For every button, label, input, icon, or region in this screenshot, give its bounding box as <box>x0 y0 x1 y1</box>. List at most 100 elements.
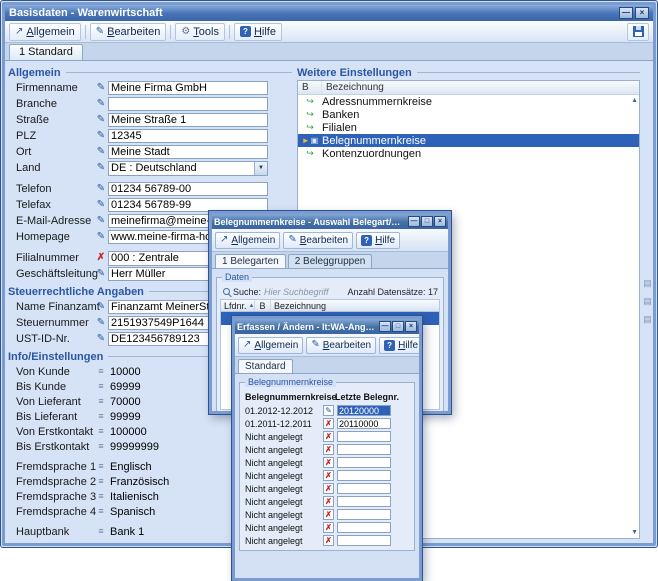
side-tool-icon[interactable]: ▤ <box>643 279 652 288</box>
tree-item-label: Belegnummernkreise <box>322 135 426 147</box>
tree-item-banken[interactable]: ↪Banken <box>298 108 639 121</box>
field-label: Name Finanzamt <box>8 301 94 313</box>
allgemein-button[interactable]: ↗Allgemein <box>238 337 303 354</box>
telefax-input[interactable] <box>108 198 268 212</box>
allgemein-button[interactable]: ↗Allgemein <box>215 232 280 249</box>
tree-item-filialen[interactable]: ↪Filialen <box>298 121 639 134</box>
chevron-down-icon[interactable]: ▼ <box>254 162 267 175</box>
minimize-button[interactable]: — <box>408 216 420 227</box>
column-b[interactable]: B <box>298 81 322 94</box>
dialog-titlebar[interactable]: Erfassen / Ändern - lt:WA-Angebot — □ × <box>235 319 419 334</box>
tab-standard[interactable]: 1 Standard <box>9 44 83 60</box>
belegnr-input[interactable] <box>337 509 391 520</box>
section-allgemein: Allgemein <box>8 65 292 80</box>
cross-icon[interactable]: ✗ <box>323 509 334 520</box>
telefon-input[interactable] <box>108 182 268 196</box>
belegnr-input[interactable] <box>337 405 391 416</box>
cross-icon[interactable]: ✗ <box>323 431 334 442</box>
tree-item-label: Kontenzuordnungen <box>322 148 421 160</box>
open-icon: ↗ <box>15 27 23 37</box>
column-headers: Belegnummernkreise Letzte Belegnr. <box>243 389 411 404</box>
list-icon: ≡ <box>94 397 108 406</box>
column-lfdnr: Lfdnr. <box>224 301 247 311</box>
help-icon: ? <box>240 26 251 37</box>
bearbeiten-button[interactable]: ✎Bearbeiten <box>306 337 376 354</box>
info-value: Spanisch <box>108 506 155 518</box>
cross-icon[interactable]: ✗ <box>323 444 334 455</box>
belegnr-input[interactable] <box>337 483 391 494</box>
field-label: Fremdsprache 1 <box>8 461 94 473</box>
belegnr-input[interactable] <box>337 431 391 442</box>
firmenname-input[interactable] <box>108 81 268 95</box>
cross-icon[interactable]: ✗ <box>323 457 334 468</box>
titlebar[interactable]: Basisdaten - Warenwirtschaft — × <box>5 5 653 21</box>
tree-item-kontenzuordnungen[interactable]: ↪Kontenzuordnungen <box>298 147 639 160</box>
land-select[interactable]: DE : Deutschland▼ <box>108 161 268 176</box>
minimize-button[interactable]: — <box>619 7 633 19</box>
scroll-up-icon[interactable]: ▲ <box>631 97 638 104</box>
kreis-row: Nicht angelegt✗ <box>243 495 411 508</box>
tab-belegarten[interactable]: 1 Belegarten <box>215 254 286 268</box>
cross-icon[interactable]: ✗ <box>323 418 334 429</box>
maximize-button[interactable]: □ <box>421 216 433 227</box>
belegnr-input[interactable] <box>337 444 391 455</box>
hilfe-button[interactable]: ?Hilfe <box>356 232 400 249</box>
ort-input[interactable] <box>108 145 268 159</box>
field-label: Von Lieferant <box>8 396 94 408</box>
bearbeiten-button[interactable]: ✎Bearbeiten <box>283 232 353 249</box>
arrow-icon: ↪ <box>298 149 322 158</box>
field-label: Branche <box>8 98 94 110</box>
close-button[interactable]: × <box>405 321 417 332</box>
side-tool-icon[interactable]: ▤ <box>643 315 652 324</box>
save-button[interactable] <box>627 23 649 41</box>
belegnr-input[interactable] <box>337 522 391 533</box>
belegnr-input[interactable] <box>337 418 391 429</box>
minimize-button[interactable]: — <box>379 321 391 332</box>
plz-input[interactable] <box>108 129 268 143</box>
column-b[interactable]: B <box>255 300 271 311</box>
cross-icon[interactable]: ✗ <box>323 535 334 546</box>
edit-icon: ✎ <box>94 334 108 344</box>
toolbar-separator <box>229 25 230 39</box>
field-label: PLZ <box>8 130 94 142</box>
close-button[interactable]: × <box>434 216 446 227</box>
edit-icon[interactable]: ✎ <box>323 405 334 416</box>
pencil-icon: ✎ <box>96 27 104 37</box>
cross-icon[interactable]: ✗ <box>323 522 334 533</box>
tools-label: Tools <box>193 26 219 38</box>
toolbar-separator <box>170 25 171 39</box>
tools-button[interactable]: ⚙ Tools <box>175 23 225 41</box>
dialog-titlebar[interactable]: Belegnummernkreise - Auswahl Belegart/Gr… <box>212 214 448 229</box>
form-row: Firmenname✎ <box>8 80 292 96</box>
scroll-down-icon[interactable]: ▼ <box>631 529 638 536</box>
strasse-input[interactable] <box>108 113 268 127</box>
field-label: Ort <box>8 146 94 158</box>
column-bezeichnung[interactable]: Bezeichnung <box>322 82 639 93</box>
search-input[interactable]: Hier Suchbegriff <box>264 287 329 297</box>
tab-beleggruppen[interactable]: 2 Beleggruppen <box>288 254 373 268</box>
cross-icon[interactable]: ✗ <box>323 483 334 494</box>
groupbox-title: Daten <box>222 272 252 282</box>
close-button[interactable]: × <box>635 7 649 19</box>
belegnr-input[interactable] <box>337 457 391 468</box>
cross-icon[interactable]: ✗ <box>323 496 334 507</box>
branche-input[interactable] <box>108 97 268 111</box>
maximize-button[interactable]: □ <box>392 321 404 332</box>
groupbox-title: Belegnummernkreise <box>245 377 336 387</box>
search-label: Suche: <box>233 287 261 297</box>
belegnr-input[interactable] <box>337 470 391 481</box>
allgemein-button[interactable]: ↗ Allgemein <box>9 23 81 41</box>
belegnr-input[interactable] <box>337 496 391 507</box>
tree-item-belegnummernkreise[interactable]: ►▣Belegnummernkreise <box>298 134 639 147</box>
tree-item-adressnummernkreise[interactable]: ↪Adressnummernkreise <box>298 95 639 108</box>
search-icon <box>223 288 230 295</box>
cross-icon[interactable]: ✗ <box>323 470 334 481</box>
hilfe-button[interactable]: ? Hilfe <box>234 23 282 41</box>
belegnr-input[interactable] <box>337 535 391 546</box>
tab-standard[interactable]: Standard <box>238 359 293 373</box>
list-icon: ≡ <box>94 427 108 436</box>
bearbeiten-button[interactable]: ✎ Bearbeiten <box>90 23 167 41</box>
hilfe-button[interactable]: ?Hilfe <box>379 337 422 354</box>
side-tool-icon[interactable]: ▤ <box>643 297 652 306</box>
column-bezeichnung[interactable]: Bezeichnung <box>271 301 439 311</box>
